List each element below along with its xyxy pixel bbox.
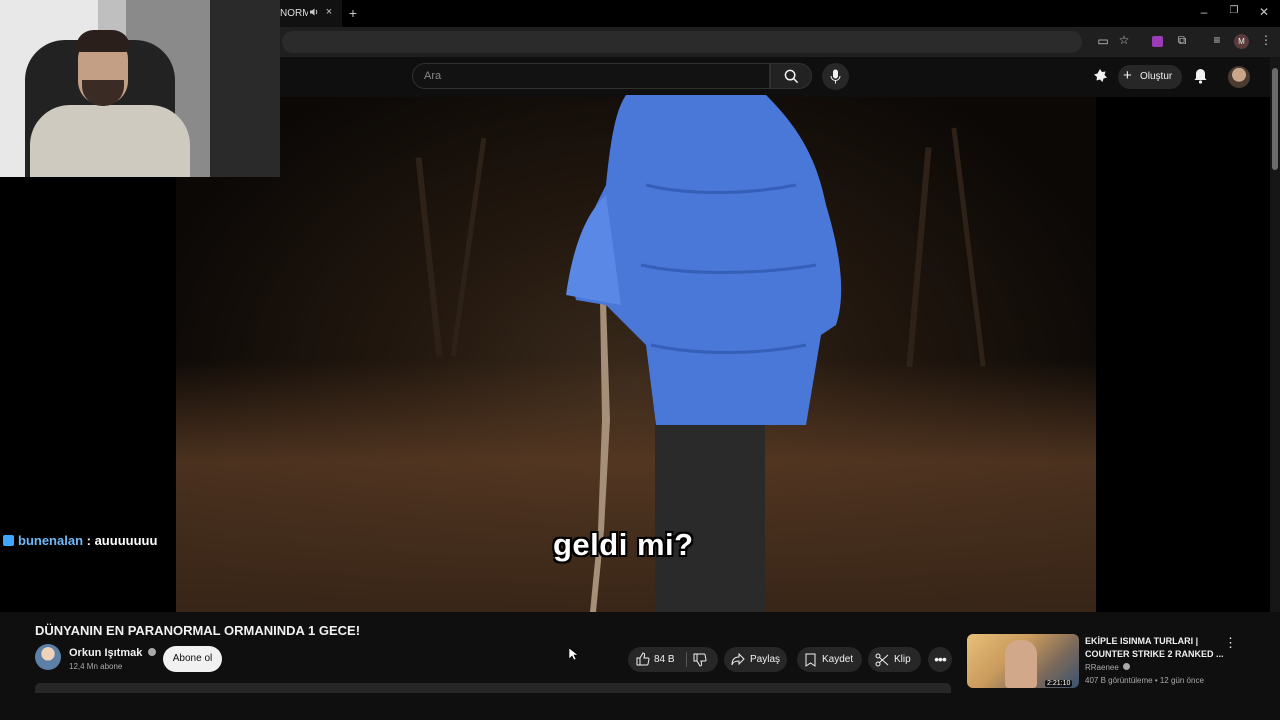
like-count: 84 B [654, 654, 675, 665]
tab-title: NORM [280, 8, 308, 19]
bookmark-icon [805, 653, 816, 667]
media-controls-icon[interactable]: ≡ [1209, 33, 1225, 47]
bookmark-star-icon[interactable]: ☆ [1116, 33, 1132, 47]
save-label: Kaydet [822, 654, 854, 665]
profile-avatar[interactable]: M [1234, 34, 1249, 49]
create-label: Oluştur [1140, 71, 1173, 82]
microphone-icon [830, 69, 841, 84]
clip-label: Klip [894, 654, 911, 665]
cast-icon[interactable]: ▭ [1095, 34, 1111, 48]
video-subtitle: geldi mi? [553, 527, 694, 562]
restore-icon[interactable]: ❐ [1226, 5, 1242, 16]
search-button[interactable] [770, 63, 812, 89]
notifications-bell-icon[interactable] [1193, 68, 1208, 89]
more-horizontal-icon: ••• [934, 651, 947, 667]
subscribe-button[interactable]: Abone ol [163, 646, 222, 672]
recommended-meta: 407 B görüntüleme • 12 gün önce [1085, 676, 1204, 685]
extension-icon[interactable] [1152, 36, 1163, 47]
streamer-hair [76, 30, 130, 52]
verified-icon [148, 648, 157, 656]
like-button[interactable]: 84 B [628, 647, 718, 672]
share-icon [731, 653, 745, 666]
recommended-channel-name: RRaenee [1085, 663, 1119, 672]
video-title: DÜNYANIN EN PARANORMAL ORMANINDA 1 GECE! [35, 623, 361, 638]
scissors-icon [875, 653, 889, 667]
search-placeholder: Ara [424, 70, 442, 82]
search-icon [784, 69, 799, 84]
recommended-duration: 2:21:10 [1045, 680, 1073, 687]
thumbnail-face [1005, 640, 1037, 688]
studio-icon[interactable] [1092, 68, 1108, 89]
clip-button[interactable]: Klip [868, 647, 921, 672]
plus-icon: + [1123, 67, 1132, 84]
share-label: Paylaş [750, 654, 781, 665]
more-actions-button[interactable]: ••• [928, 647, 952, 672]
channel-name-text: Orkun Işıtmak [69, 647, 143, 659]
streamer-sweater [30, 105, 190, 177]
user-avatar[interactable] [1228, 66, 1250, 88]
chat-text: : auuuuuuu [86, 533, 158, 548]
channel-subscriber-count: 12,4 Mn abone [69, 662, 123, 671]
thumbs-down-icon [693, 653, 707, 667]
recommended-title[interactable]: EKİPLE ISINMA TURLARI | COUNTER STRIKE 2… [1085, 635, 1225, 661]
recommended-channel[interactable]: RRaenee [1085, 663, 1131, 672]
stream-right-panel [1096, 97, 1270, 612]
channel-avatar[interactable] [35, 644, 61, 670]
webcam-overlay [0, 0, 280, 177]
puzzle-icon[interactable]: ⧉ [1174, 33, 1190, 48]
tree-trunk [906, 147, 932, 367]
browser-menu-icon[interactable]: ⋮ [1258, 33, 1274, 47]
tree-trunk [951, 127, 986, 367]
share-button[interactable]: Paylaş [724, 647, 787, 672]
verified-icon [1123, 663, 1131, 670]
person-pants [655, 410, 765, 612]
minimize-icon[interactable]: – [1196, 5, 1212, 19]
chat-badge-icon [3, 535, 14, 546]
search-input[interactable] [412, 63, 770, 89]
tab-close-icon[interactable]: × [321, 6, 337, 18]
description-box[interactable] [35, 683, 951, 693]
thumbs-up-icon [636, 652, 650, 666]
channel-name[interactable]: Orkun Işıtmak [69, 647, 157, 659]
omnibox[interactable] [282, 31, 1082, 53]
tree-trunk [450, 137, 487, 357]
mouse-cursor-icon [569, 648, 578, 661]
chat-message: bunenalan : auuuuuuu [3, 533, 157, 548]
save-button[interactable]: Kaydet [797, 647, 862, 672]
new-tab-icon[interactable]: + [345, 5, 361, 21]
scrollbar-thumb[interactable] [1272, 68, 1278, 170]
chat-username: bunenalan [18, 533, 84, 548]
voice-search-button[interactable] [822, 63, 849, 90]
speaker-icon[interactable] [306, 6, 322, 20]
window-close-icon[interactable]: ✕ [1256, 5, 1272, 19]
person-jacket [566, 95, 842, 425]
recommended-more-icon[interactable]: ⋮ [1224, 635, 1237, 651]
tree-trunk [415, 157, 443, 357]
like-divider [686, 652, 687, 667]
